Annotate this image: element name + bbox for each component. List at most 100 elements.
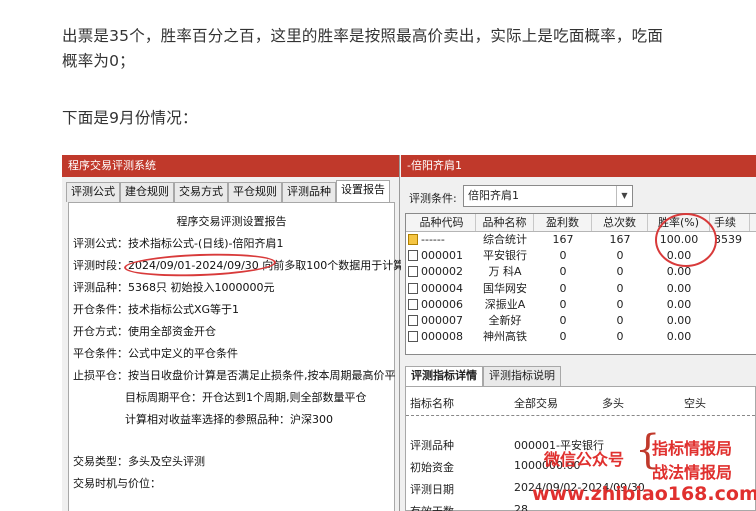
table-cell-code: 000004 <box>406 281 476 297</box>
watermark-name-1: 指标情报局 <box>652 439 733 458</box>
settings-report-window: 程序交易评测系统 评测公式 建仓规则 交易方式 平仓规则 评测品种 设置报告 程… <box>62 155 404 511</box>
table-cell-win: 0.00 <box>648 297 710 313</box>
table-cell-profit: 0 <box>534 248 592 264</box>
file-icon <box>408 266 418 278</box>
detail-label-instrument: 评测品种 <box>410 439 454 452</box>
tab-instruments[interactable]: 评测品种 <box>282 182 336 202</box>
report-line-trade-type: 交易类型：多头及空头评测 <box>73 455 205 468</box>
report-line-close-condition: 平仓条件：公式中定义的平仓条件 <box>73 347 238 360</box>
table-cell-text: 0 <box>559 297 567 311</box>
table-row[interactable]: 000008 神州高铁 0 0 0.00 <box>406 329 756 345</box>
report-line-target-period: 目标周期平仓：开仓达到1个周期,则全部数量平仓 <box>125 391 367 404</box>
table-row[interactable]: 000004 国华网安 0 0 0.00 <box>406 281 756 297</box>
tab-formula[interactable]: 评测公式 <box>66 182 120 202</box>
table-cell-text: 0.00 <box>666 330 692 344</box>
table-cell-text: 0 <box>559 249 567 263</box>
table-cell-profit: 0 <box>534 264 592 280</box>
table-cell-text: 167 <box>552 233 574 246</box>
table-cell-fee <box>710 281 750 297</box>
table-cell-text: 0.00 <box>666 265 692 279</box>
table-cell-text: 0 <box>559 281 567 295</box>
table-cell-profit: 0 <box>534 329 592 345</box>
tab-exit-rules[interactable]: 平仓规则 <box>228 182 282 202</box>
table-cell-code: 000006 <box>406 297 476 313</box>
table-cell-code: ------ <box>406 232 476 248</box>
file-icon <box>408 314 418 326</box>
table-cell-text: 国华网安 <box>483 281 527 295</box>
column-header-total[interactable]: 总次数 <box>592 214 648 231</box>
column-header-code[interactable]: 品种代码 <box>406 214 476 231</box>
table-cell-name: 平安银行 <box>476 248 534 264</box>
condition-select-value: 倍阳齐肩1 <box>468 189 519 202</box>
table-cell-total: 0 <box>592 297 648 313</box>
table-cell-profit: 167 <box>534 232 592 248</box>
table-cell-text: 0 <box>616 297 624 311</box>
table-cell-text: 0 <box>559 330 567 344</box>
file-icon <box>408 282 418 294</box>
report-line-open-condition: 开仓条件：技术指标公式XG等于1 <box>73 303 240 316</box>
table-cell-code: 000007 <box>406 313 476 329</box>
report-panel: 程序交易评测设置报告 评测公式：技术指标公式-(日线)-倍阳齐肩1 评测时段：2… <box>68 202 404 511</box>
table-cell-total: 0 <box>592 264 648 280</box>
table-cell-text: 3539 <box>714 233 742 246</box>
table-cell-text: 0.00 <box>666 297 692 311</box>
table-cell-text: 0 <box>616 330 624 344</box>
table-cell-total: 0 <box>592 329 648 345</box>
detail-divider <box>406 415 755 416</box>
table-cell-text: 0 <box>616 281 624 295</box>
column-header-fee[interactable]: 手续 <box>710 214 750 231</box>
table-cell-text: 神州高铁 <box>483 330 527 344</box>
window-title: 程序交易评测系统 <box>62 155 399 177</box>
condition-select[interactable]: 倍阳齐肩1 ▼ <box>463 185 633 207</box>
report-line-benchmark: 计算相对收益率选择的参照品种：沪深300 <box>125 413 333 426</box>
watermark-wechat-label: 微信公众号 <box>544 450 625 469</box>
table-cell-fee <box>710 264 750 280</box>
table-cell-text: 0 <box>616 313 624 327</box>
report-line-trade-timing: 交易时机与价位： <box>73 477 161 490</box>
tab-trade-mode[interactable]: 交易方式 <box>174 182 228 202</box>
watermark: 微信公众号 { 指标情报局 战法情报局 www.zhibiao168.com <box>480 430 756 511</box>
table-cell-total: 0 <box>592 313 648 329</box>
table-cell-text: 0 <box>616 265 624 279</box>
file-icon <box>408 298 418 310</box>
detail-header-long: 多头 <box>602 397 624 410</box>
table-cell-name: 全新好 <box>476 313 534 329</box>
table-cell-win: 0.00 <box>648 329 710 345</box>
table-row[interactable]: 000006 深振业A 0 0 0.00 <box>406 297 756 313</box>
tab-metric-description[interactable]: 评测指标说明 <box>483 366 561 386</box>
table-cell-name: 深振业A <box>476 297 534 313</box>
column-header-name[interactable]: 品种名称 <box>476 214 534 231</box>
table-cell-name: 综合统计 <box>476 232 534 248</box>
table-row[interactable]: 000002 万 科A 0 0 0.00 <box>406 264 756 280</box>
table-cell-text: 000006 <box>421 297 463 311</box>
table-cell-profit: 0 <box>534 297 592 313</box>
table-cell-text: 000004 <box>421 281 463 295</box>
report-line-formula: 评测公式：技术指标公式-(日线)-倍阳齐肩1 <box>73 237 284 250</box>
watermark-url: www.zhibiao168.com <box>532 483 756 505</box>
tab-metric-details[interactable]: 评测指标详情 <box>405 366 483 386</box>
table-cell-text: 000001 <box>421 249 463 263</box>
table-cell-text: 000007 <box>421 313 463 327</box>
table-cell-text: ------ <box>421 233 445 246</box>
tab-report-settings[interactable]: 设置报告 <box>336 180 390 202</box>
table-cell-fee <box>710 248 750 264</box>
table-cell-win: 0.00 <box>648 313 710 329</box>
detail-label-capital: 初始资金 <box>410 461 454 474</box>
article-paragraph-2: 下面是9月份情况： <box>62 109 198 127</box>
detail-header-short: 空头 <box>684 397 706 410</box>
tab-entry-rules[interactable]: 建仓规则 <box>120 182 174 202</box>
table-cell-text: 0 <box>559 265 567 279</box>
chevron-down-icon[interactable]: ▼ <box>616 186 632 206</box>
table-cell-profit: 0 <box>534 313 592 329</box>
column-header-profit[interactable]: 盈利数 <box>534 214 592 231</box>
table-cell-total: 0 <box>592 281 648 297</box>
table-cell-fee <box>710 313 750 329</box>
table-cell-code: 000001 <box>406 248 476 264</box>
table-cell-text: 0 <box>559 313 567 327</box>
table-cell-profit: 0 <box>534 281 592 297</box>
file-icon <box>408 250 418 262</box>
table-cell-text: 167 <box>609 233 631 246</box>
table-cell-text: 0.00 <box>666 313 692 327</box>
table-cell-total: 167 <box>592 232 648 248</box>
table-row[interactable]: 000007 全新好 0 0 0.00 <box>406 313 756 329</box>
